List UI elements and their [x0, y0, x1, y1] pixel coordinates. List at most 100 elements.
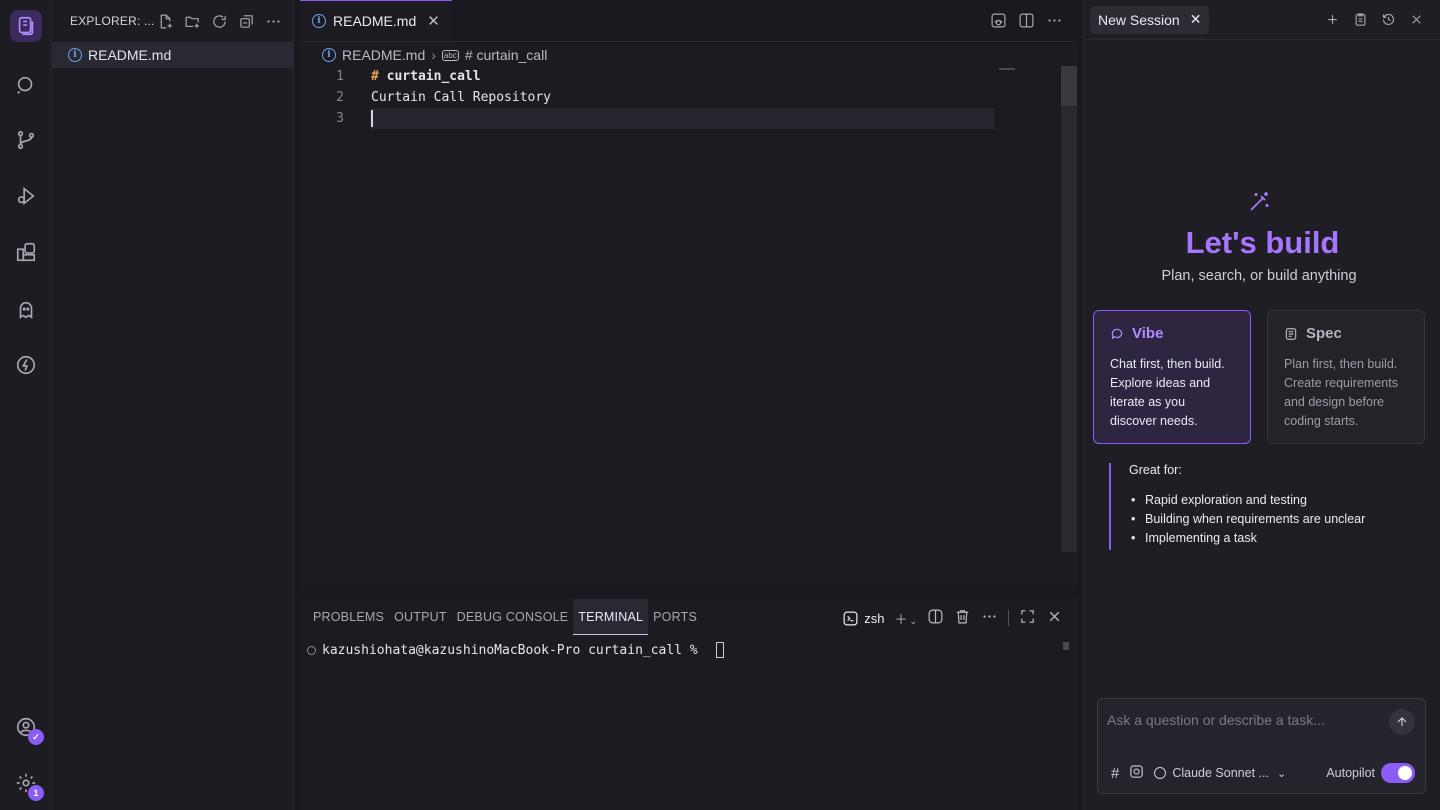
info-icon: i — [322, 48, 336, 62]
terminal-shell-selector[interactable]: zsh — [842, 610, 884, 627]
tab-ports[interactable]: PORTS — [648, 599, 702, 635]
close-chat-icon[interactable] — [1408, 11, 1424, 27]
new-terminal-icon[interactable]: ＋ ⌄ — [894, 609, 917, 628]
editor-scrollbar[interactable] — [1061, 66, 1077, 552]
refresh-icon[interactable] — [209, 11, 229, 31]
editor-area: i README.md ✕ i README.md › abc # curtai… — [300, 0, 1077, 590]
mode-card-vibe[interactable]: Vibe Chat first, then build. Explore ide… — [1093, 310, 1251, 444]
breadcrumb-file[interactable]: README.md — [342, 47, 425, 63]
new-file-icon[interactable] — [155, 11, 175, 31]
chat-input-box[interactable]: Ask a question or describe a task... # C… — [1097, 698, 1426, 794]
maximize-panel-icon[interactable] — [1019, 608, 1036, 628]
settings-gear-icon[interactable]: 1 — [10, 767, 44, 801]
explorer-header: EXPLORER: ... — [52, 0, 293, 42]
document-icon — [1285, 327, 1297, 340]
great-for-title: Great for: — [1129, 463, 1182, 477]
tab-debug-console[interactable]: DEBUG CONSOLE — [452, 599, 574, 635]
search-icon[interactable] — [10, 69, 42, 101]
line-content: Curtain Call Repository — [371, 90, 552, 105]
symbol-string-icon: abc — [441, 49, 459, 61]
split-editor-icon[interactable] — [1017, 11, 1035, 29]
close-panel-icon[interactable] — [1046, 608, 1063, 628]
terminal-prompt: kazushiohata@kazushinoMacBook-Pro curtai… — [322, 642, 706, 658]
hash-context-icon[interactable]: # — [1111, 765, 1119, 782]
new-folder-icon[interactable] — [182, 11, 202, 31]
close-tab-icon[interactable]: ✕ — [427, 12, 440, 30]
lightning-icon[interactable] — [10, 349, 42, 381]
terminal-icon — [843, 611, 858, 625]
mode-description: Plan first, then build. Create requireme… — [1284, 357, 1398, 428]
breadcrumb-symbol[interactable]: # curtain_call — [465, 47, 548, 63]
code-line: 1 # curtain_call — [300, 66, 1060, 87]
extensions-icon[interactable] — [10, 236, 42, 268]
line-number: 3 — [336, 111, 344, 126]
chevron-right-icon: › — [431, 47, 436, 63]
model-selector[interactable]: Claude Sonnet ... — [1172, 766, 1269, 780]
code-editor[interactable]: 1 # curtain_call 2 Curtain Call Reposito… — [300, 66, 1060, 129]
chat-header: New Session ✕ — [1084, 0, 1440, 40]
tab-new-session[interactable]: New Session ✕ — [1090, 5, 1210, 34]
command-status-icon — [307, 645, 316, 655]
autopilot-label: Autopilot — [1326, 766, 1375, 780]
current-line-highlight — [370, 108, 994, 129]
chat-panel: New Session ✕ Let's build Plan, search, … — [1083, 0, 1440, 810]
file-row-readme[interactable]: i README.md — [52, 42, 293, 68]
send-arrow-icon[interactable] — [1389, 709, 1415, 735]
tab-problems[interactable]: PROBLEMS — [308, 599, 389, 635]
history-icon[interactable] — [1380, 11, 1396, 27]
settings-badge: 1 — [28, 785, 44, 801]
file-name: README.md — [88, 47, 172, 63]
tab-label: README.md — [333, 13, 417, 29]
preview-icon[interactable] — [989, 11, 1007, 29]
code-line: 2 Curtain Call Repository — [300, 87, 1060, 108]
more-icon[interactable] — [981, 608, 998, 628]
collapse-all-icon[interactable] — [236, 11, 256, 31]
mode-description: Chat first, then build. Explore ideas an… — [1110, 357, 1225, 428]
more-icon[interactable] — [263, 11, 283, 31]
line-number: 2 — [336, 90, 344, 105]
new-session-icon[interactable] — [1324, 11, 1340, 27]
bottom-panel: PROBLEMS OUTPUT DEBUG CONSOLE TERMINAL P… — [300, 598, 1077, 810]
account-check-badge: ✓ — [28, 729, 44, 745]
chat-bubble-icon — [1111, 328, 1123, 339]
autopilot-toggle[interactable] — [1381, 763, 1415, 783]
logo-icon[interactable] — [10, 10, 42, 42]
tab-output[interactable]: OUTPUT — [389, 599, 452, 635]
code-line-current: 3 — [300, 108, 1060, 129]
great-for-section: Great for: Rapid exploration and testing… — [1109, 463, 1409, 550]
heading-text: curtain_call — [378, 69, 481, 84]
line-content: # curtain_call — [371, 69, 481, 84]
account-icon[interactable]: ✓ — [10, 711, 44, 745]
great-for-item: Implementing a task — [1129, 529, 1409, 548]
chat-input-placeholder[interactable]: Ask a question or describe a task... — [1107, 712, 1325, 728]
explorer-title: EXPLORER: ... — [70, 14, 155, 28]
terminal-output[interactable]: kazushiohata@kazushinoMacBook-Pro curtai… — [307, 642, 724, 658]
terminal-scrollbar[interactable] — [1063, 642, 1069, 650]
ghost-icon[interactable] — [10, 294, 42, 326]
close-session-icon[interactable]: ✕ — [1190, 11, 1202, 28]
split-terminal-icon[interactable] — [927, 608, 944, 628]
trash-icon[interactable] — [954, 608, 971, 628]
info-icon: i — [312, 14, 326, 28]
text-caret — [371, 110, 373, 127]
run-debug-icon[interactable] — [10, 180, 42, 212]
info-icon: i — [68, 48, 82, 62]
heading-hash: # — [371, 69, 379, 84]
breadcrumb: i README.md › abc # curtain_call — [300, 42, 1077, 68]
session-tab-label: New Session — [1098, 11, 1180, 28]
tab-terminal[interactable]: TERMINAL — [573, 599, 649, 635]
activity-bar: ✓ 1 — [0, 0, 52, 810]
minimap[interactable] — [999, 68, 1015, 70]
image-attach-icon[interactable] — [1129, 764, 1144, 782]
chevron-down-icon[interactable]: ⌄ — [909, 616, 917, 626]
great-for-item: Rapid exploration and testing — [1129, 491, 1409, 510]
editor-scroll-thumb[interactable] — [1061, 66, 1077, 106]
source-control-icon[interactable] — [10, 124, 42, 156]
clipboard-icon[interactable] — [1352, 11, 1368, 27]
welcome-heading: Let's build — [1185, 225, 1340, 260]
tab-readme[interactable]: i README.md ✕ — [300, 0, 452, 41]
shell-name: zsh — [864, 610, 885, 626]
chevron-down-icon[interactable]: ⌄ — [1277, 767, 1286, 780]
mode-card-spec[interactable]: Spec Plan first, then build. Create requ… — [1267, 310, 1425, 444]
more-actions-icon[interactable] — [1045, 11, 1063, 29]
